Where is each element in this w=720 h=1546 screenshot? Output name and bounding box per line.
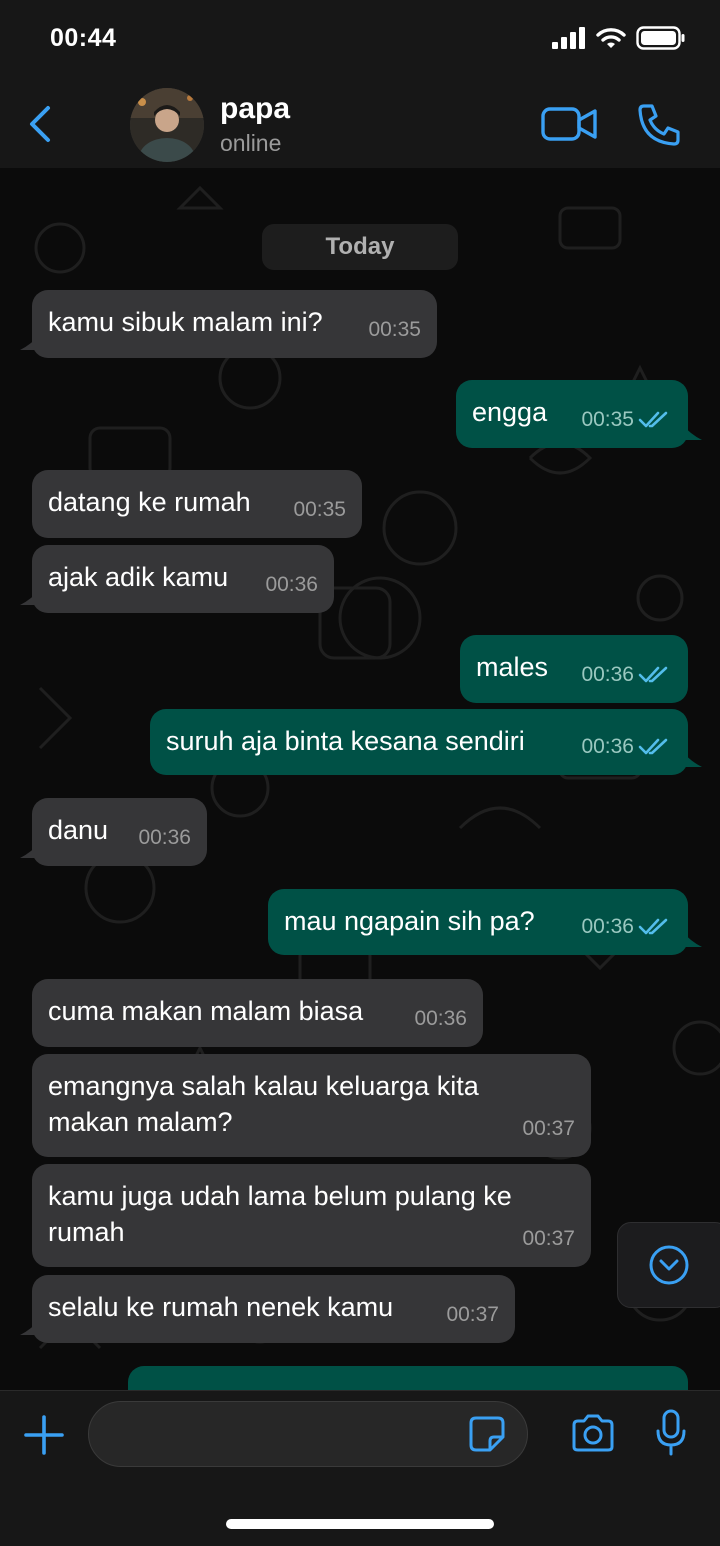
bubble-tail: [20, 1319, 40, 1335]
avatar[interactable]: [130, 88, 204, 162]
bubble-tail: [682, 931, 702, 947]
scroll-down-icon: [649, 1245, 689, 1285]
cellular-signal-icon: [552, 27, 585, 49]
avatar-photo: [130, 88, 204, 162]
message-time: 00:36: [265, 573, 318, 596]
message-bubble-incoming[interactable]: kamu juga udah lama belum pulang ke ruma…: [32, 1164, 591, 1267]
message-bubble-incoming[interactable]: cuma makan malam biasa 00:36: [32, 979, 483, 1047]
message-time: 00:35: [581, 408, 634, 431]
contact-name[interactable]: papa: [220, 92, 290, 126]
message-time: 00:36: [414, 1007, 467, 1030]
message-text: kamu juga udah lama belum pulang ke ruma…: [48, 1181, 512, 1247]
message-text: selalu ke rumah nenek kamu: [48, 1292, 394, 1322]
message-bubble-outgoing[interactable]: mau ngapain sih pa? 00:36: [268, 889, 702, 955]
bubble-tail: [682, 751, 702, 767]
status-bar: 00:44: [0, 0, 720, 82]
message-bubble-incoming[interactable]: ajak adik kamu 00:36: [20, 545, 334, 613]
message-bubble-outgoing[interactable]: males 00:36: [460, 635, 688, 703]
sticker-icon[interactable]: [468, 1415, 506, 1453]
message-time: 00:36: [138, 826, 191, 849]
home-indicator[interactable]: [226, 1519, 494, 1529]
message-time: 00:36: [581, 735, 634, 758]
bubble-tail: [682, 424, 702, 440]
date-chip: Today: [262, 224, 458, 270]
message-meta: 00:36: [581, 909, 672, 945]
message-meta: 00:36: [581, 729, 672, 765]
phone-call-icon[interactable]: [634, 102, 682, 148]
message-meta: 00:37: [522, 1111, 575, 1147]
video-call-icon[interactable]: [540, 104, 598, 144]
message-bubble-incoming[interactable]: emangnya salah kalau keluarga kita makan…: [32, 1054, 591, 1157]
message-text: cuma makan malam biasa: [48, 996, 364, 1026]
message-text: emangnya salah kalau keluarga kita makan…: [48, 1071, 479, 1137]
message-bubble-outgoing[interactable]: suruh aja binta kesana sendiri 00:36: [150, 709, 702, 775]
message-meta: 00:36: [265, 567, 318, 603]
bubble-tail: [20, 334, 40, 350]
microphone-icon[interactable]: [654, 1409, 688, 1457]
chat-area[interactable]: Today kamu sibuk malam ini? 00:35 engga …: [0, 168, 720, 1390]
message-bubble-incoming[interactable]: kamu sibuk malam ini? 00:35: [20, 290, 437, 358]
chat-header: papa online: [0, 82, 720, 169]
message-meta: 00:36: [414, 1001, 467, 1037]
message-meta: 00:35: [368, 312, 421, 348]
message-time: 00:37: [522, 1117, 575, 1140]
double-check-read-icon: [638, 666, 668, 683]
double-check-read-icon: [638, 738, 668, 755]
message-meta: 00:37: [446, 1297, 499, 1333]
message-bubble-incoming[interactable]: danu 00:36: [20, 798, 207, 866]
plus-icon[interactable]: [22, 1413, 66, 1457]
status-time: 00:44: [50, 24, 117, 52]
message-time: 00:35: [293, 498, 346, 521]
scroll-to-bottom-button[interactable]: [617, 1222, 720, 1308]
message-time: 00:37: [446, 1303, 499, 1326]
message-meta: 00:37: [522, 1221, 575, 1257]
message-time: 00:36: [581, 915, 634, 938]
wifi-icon: [596, 28, 626, 48]
bubble-tail: [20, 842, 40, 858]
status-icons: [552, 26, 686, 50]
double-check-read-icon: [638, 411, 668, 428]
message-meta: 00:35: [293, 492, 346, 528]
message-bubble-incoming[interactable]: selalu ke rumah nenek kamu 00:37: [20, 1275, 515, 1343]
battery-icon: [636, 26, 685, 50]
message-time: 00:35: [368, 318, 421, 341]
message-bubble-outgoing[interactable]: engga 00:35: [456, 380, 702, 448]
camera-icon[interactable]: [570, 1413, 616, 1453]
double-check-read-icon: [638, 918, 668, 935]
message-meta: 00:36: [581, 657, 672, 693]
message-meta: 00:35: [581, 402, 672, 438]
message-bubble-incoming[interactable]: datang ke rumah 00:35: [32, 470, 362, 538]
contact-status: online: [220, 130, 282, 156]
message-composer: [0, 1390, 720, 1546]
message-time: 00:36: [581, 663, 634, 686]
message-time: 00:37: [522, 1227, 575, 1250]
back-chevron-icon[interactable]: [24, 104, 60, 144]
message-bubble-outgoing-partial[interactable]: [128, 1366, 688, 1390]
message-meta: 00:36: [138, 820, 191, 856]
bubble-tail: [20, 589, 40, 605]
message-input[interactable]: [88, 1401, 528, 1467]
message-text: kamu sibuk malam ini?: [48, 307, 323, 337]
